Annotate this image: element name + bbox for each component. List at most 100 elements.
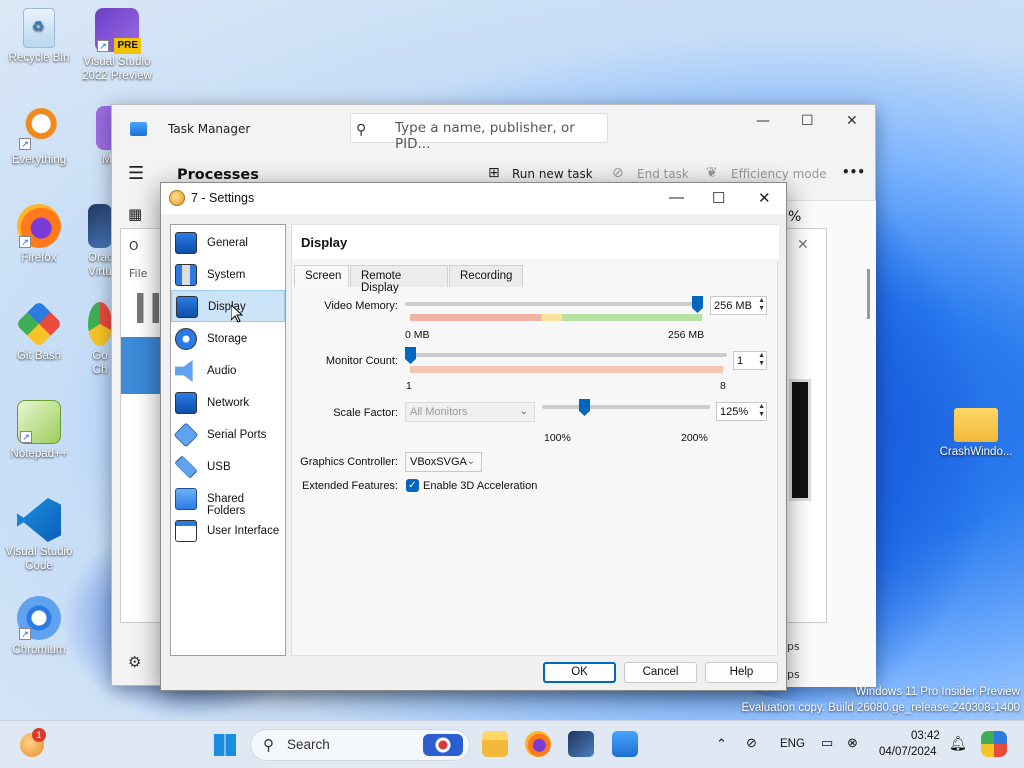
tab-screen[interactable]: Screen: [294, 265, 349, 287]
hamburger-menu-icon[interactable]: ☰: [128, 163, 144, 184]
close-button[interactable]: ✕: [797, 237, 809, 253]
minimize-button[interactable]: —: [669, 189, 684, 206]
desktop-icon-partial[interactable]: Orac Virtu: [88, 204, 112, 279]
nav-item-display[interactable]: Display: [171, 290, 285, 322]
close-button[interactable]: ✕: [846, 113, 858, 129]
nav-item-storage[interactable]: Storage: [171, 323, 285, 355]
tab-remote-display[interactable]: Remote Display: [350, 265, 448, 294]
help-button[interactable]: Help: [705, 662, 778, 683]
display-icon: [176, 296, 198, 318]
file-menu[interactable]: File: [129, 267, 147, 280]
search-input[interactable]: Type a name, publisher, or PID...: [350, 113, 608, 152]
language-indicator[interactable]: ENG: [780, 738, 805, 750]
volume-muted-icon[interactable]: ⊗: [847, 735, 858, 751]
nav-item-serial-ports[interactable]: Serial Ports: [171, 419, 285, 451]
network-disconnected-icon[interactable]: ⊘: [746, 735, 757, 751]
ok-button[interactable]: OK: [543, 662, 616, 683]
settings-gear-icon[interactable]: ⚙: [128, 653, 141, 671]
scale-factor-slider-track[interactable]: [542, 405, 710, 409]
storage-icon: [175, 328, 197, 350]
vm-list-item-selected[interactable]: [121, 337, 161, 394]
nav-item-network[interactable]: Network: [171, 387, 285, 419]
copilot-icon[interactable]: [981, 731, 1007, 757]
desktop-icon-chromium[interactable]: ↗ Chromium: [0, 596, 78, 657]
efficiency-mode-button[interactable]: Efficiency mode: [731, 167, 827, 181]
end-task-button[interactable]: End task: [637, 167, 689, 181]
desktop-icon-notepad-plus-plus[interactable]: ↗ Notepad++: [0, 400, 78, 461]
settings-dialog[interactable]: 7 - Settings — ☐ ✕ General System Displa…: [160, 182, 787, 691]
scale-factor-max-label: 200%: [681, 432, 708, 444]
video-memory-slider-track[interactable]: [405, 302, 697, 306]
desktop-icon-everything[interactable]: ↗ Everything: [0, 106, 78, 167]
show-hidden-icons-icon[interactable]: ⌃: [716, 736, 727, 752]
clock-date[interactable]: 04/07/2024: [879, 746, 937, 758]
chevron-down-icon: ⌄: [519, 406, 528, 417]
enable-3d-acceleration-label[interactable]: Enable 3D Acceleration: [423, 480, 537, 492]
start-button-icon[interactable]: [214, 734, 236, 756]
display-settings-panel: Display Screen Remote Display Recording …: [291, 224, 779, 656]
scale-factor-label: Scale Factor:: [333, 407, 398, 419]
run-new-task-button[interactable]: Run new task: [512, 167, 593, 181]
spinbox-value: 125%: [720, 406, 749, 418]
folder-icon: [954, 408, 998, 442]
scrollbar[interactable]: [867, 269, 870, 319]
notification-bell-icon[interactable]: 🔔︎: [949, 735, 967, 752]
processes-nav-icon[interactable]: ▦: [128, 205, 142, 223]
firefox-taskbar-icon[interactable]: [525, 731, 551, 757]
graphics-controller-combo[interactable]: VBoxSVGA ⌄: [405, 452, 482, 472]
scale-monitor-combo[interactable]: All Monitors ⌄: [405, 402, 535, 422]
spin-arrows-icon[interactable]: ▲ ▼: [758, 297, 765, 313]
task-manager-taskbar-icon[interactable]: [612, 731, 638, 757]
desktop-icon-firefox[interactable]: ↗ Firefox: [0, 204, 78, 265]
video-memory-slider-thumb[interactable]: [692, 296, 703, 313]
more-options-button[interactable]: •••: [842, 165, 865, 179]
scale-factor-spinbox[interactable]: 125% ▲ ▼: [716, 402, 767, 421]
chromium-icon: ↗: [17, 596, 61, 640]
desktop-icon-partial[interactable]: Go Ch: [88, 302, 112, 377]
desktop-icon-git-bash[interactable]: Git Bash: [0, 300, 78, 363]
desktop-icon-vscode[interactable]: Visual Studio Code: [0, 498, 78, 573]
monitor-count-slider-thumb[interactable]: [405, 347, 416, 364]
nav-item-system[interactable]: System: [171, 259, 285, 291]
virtualbox-taskbar-icon[interactable]: [568, 731, 594, 757]
nav-item-audio[interactable]: Audio: [171, 355, 285, 387]
search-highlight-icon: [423, 734, 463, 756]
dialog-titlebar[interactable]: 7 - Settings — ☐ ✕: [161, 183, 786, 214]
settings-nav: General System Display Storage Audio Net…: [170, 224, 286, 656]
monitor-count-spinbox[interactable]: 1 ▲ ▼: [733, 351, 767, 370]
monitor-count-max-label: 8: [720, 380, 726, 392]
extended-features-label: Extended Features:: [301, 480, 398, 492]
nav-item-shared-folders[interactable]: Shared Folders: [171, 483, 285, 517]
display-icon[interactable]: ▭: [821, 735, 833, 751]
monitor-count-slider-track[interactable]: [405, 353, 727, 357]
file-explorer-icon[interactable]: [482, 731, 508, 757]
desktop-icon-crashwindow[interactable]: CrashWindo...: [936, 402, 1016, 459]
desktop-icon-label: Visual Studio 2022 Preview: [82, 56, 152, 82]
clock-time[interactable]: 03:42: [911, 730, 940, 742]
minimize-button[interactable]: —: [756, 113, 770, 129]
taskbar-search-box[interactable]: ⚲ Search: [250, 729, 470, 761]
git-bash-icon: [15, 300, 63, 348]
nav-item-general[interactable]: General: [171, 227, 285, 259]
desktop-icon-visual-studio-preview[interactable]: PRE ↗ Visual Studio 2022 Preview: [78, 8, 156, 83]
spin-arrows-icon[interactable]: ▲ ▼: [758, 403, 765, 419]
maximize-button[interactable]: ☐: [712, 189, 725, 207]
nav-label: User Interface: [207, 525, 280, 537]
nav-item-user-interface[interactable]: User Interface: [171, 515, 285, 547]
scale-factor-slider-thumb[interactable]: [579, 399, 590, 416]
shortcut-arrow-icon: ↗: [97, 40, 109, 52]
serial-ports-icon: [173, 422, 199, 448]
cancel-button[interactable]: Cancel: [624, 662, 697, 683]
nav-label: Storage: [207, 333, 248, 345]
notepad-plus-plus-icon: ↗: [17, 400, 61, 444]
spin-arrows-icon[interactable]: ▲ ▼: [758, 352, 765, 368]
video-memory-spinbox[interactable]: 256 MB ▲ ▼: [710, 296, 767, 315]
tab-recording[interactable]: Recording: [449, 265, 523, 287]
close-button[interactable]: ✕: [758, 189, 771, 207]
maximize-button[interactable]: ☐: [801, 113, 814, 129]
desktop-icon-recycle-bin[interactable]: ♻ Recycle Bin: [0, 8, 78, 65]
system-icon: [175, 264, 197, 286]
enable-3d-acceleration-checkbox[interactable]: ✓: [406, 479, 419, 492]
taskbar: 1 ⚲ Search ⌃ ⊘ ENG ▭ ⊗ 03:42 04/07/2024 …: [0, 720, 1024, 768]
nav-item-usb[interactable]: USB: [171, 451, 285, 483]
